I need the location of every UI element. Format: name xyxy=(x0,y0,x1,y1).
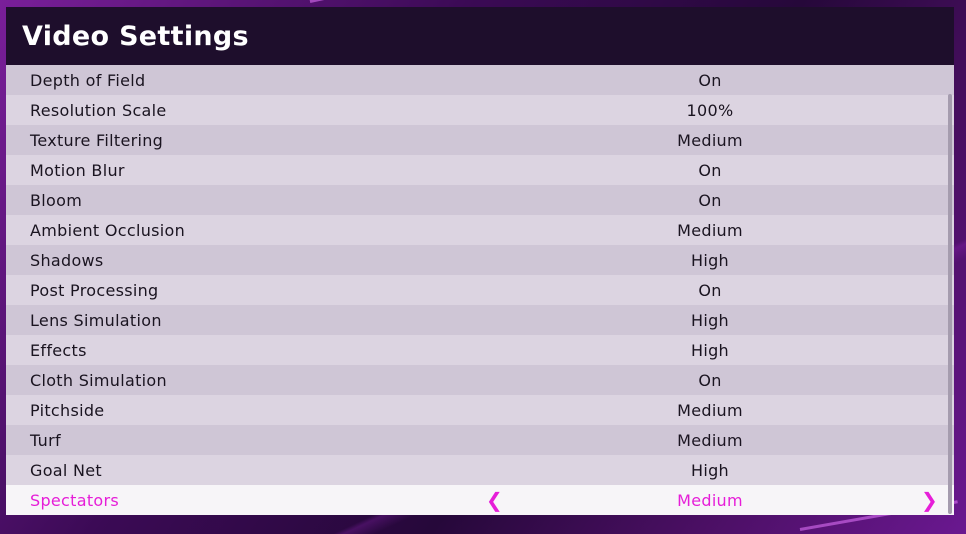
setting-row-bloom[interactable]: Bloom On xyxy=(6,185,954,215)
setting-row-shadows[interactable]: Shadows High xyxy=(6,245,954,275)
setting-label: Effects xyxy=(30,340,87,360)
page-title: Video Settings xyxy=(22,20,249,52)
setting-row-depth-of-field[interactable]: Depth of Field On xyxy=(6,65,954,95)
setting-value: Medium xyxy=(677,490,743,510)
setting-row-spectators[interactable]: Spectators ❮ Medium ❯ xyxy=(6,485,954,515)
setting-row-ambient-occlusion[interactable]: Ambient Occlusion Medium xyxy=(6,215,954,245)
setting-row-effects[interactable]: Effects High xyxy=(6,335,954,365)
scrollbar[interactable] xyxy=(948,94,952,514)
setting-value: On xyxy=(698,160,722,180)
setting-row-post-processing[interactable]: Post Processing On xyxy=(6,275,954,305)
setting-label: Bloom xyxy=(30,190,83,210)
setting-value: On xyxy=(698,370,722,390)
setting-label: Turf xyxy=(30,430,61,450)
setting-row-goal-net[interactable]: Goal Net High xyxy=(6,455,954,485)
setting-label: Resolution Scale xyxy=(30,100,167,120)
setting-label: Lens Simulation xyxy=(30,310,162,330)
setting-label: Shadows xyxy=(30,250,104,270)
setting-label: Goal Net xyxy=(30,460,103,480)
setting-label: Post Processing xyxy=(30,280,159,300)
setting-row-texture-filtering[interactable]: Texture Filtering Medium xyxy=(6,125,954,155)
setting-label: Pitchside xyxy=(30,400,105,420)
setting-label: Cloth Simulation xyxy=(30,370,167,390)
background-streak xyxy=(309,0,428,3)
setting-value: Medium xyxy=(677,220,743,240)
setting-row-pitchside[interactable]: Pitchside Medium xyxy=(6,395,954,425)
setting-value: 100% xyxy=(686,100,734,120)
setting-row-cloth-simulation[interactable]: Cloth Simulation On xyxy=(6,365,954,395)
setting-row-motion-blur[interactable]: Motion Blur On xyxy=(6,155,954,185)
setting-row-lens-simulation[interactable]: Lens Simulation High xyxy=(6,305,954,335)
setting-label: Depth of Field xyxy=(30,70,146,90)
setting-value: Medium xyxy=(677,400,743,420)
chevron-left-icon[interactable]: ❮ xyxy=(486,488,503,512)
video-settings-panel: Video Settings Depth of Field On Resolut… xyxy=(6,7,954,515)
setting-value: High xyxy=(691,250,729,270)
setting-value: On xyxy=(698,190,722,210)
setting-value: High xyxy=(691,460,729,480)
panel-header: Video Settings xyxy=(6,7,954,65)
settings-list: Depth of Field On Resolution Scale 100% … xyxy=(6,65,954,515)
setting-row-turf[interactable]: Turf Medium xyxy=(6,425,954,455)
setting-label: Spectators xyxy=(30,490,120,510)
setting-value: Medium xyxy=(677,130,743,150)
setting-label: Motion Blur xyxy=(30,160,125,180)
setting-label: Texture Filtering xyxy=(30,130,164,150)
chevron-right-icon[interactable]: ❯ xyxy=(921,488,938,512)
setting-row-resolution-scale[interactable]: Resolution Scale 100% xyxy=(6,95,954,125)
setting-label: Ambient Occlusion xyxy=(30,220,186,240)
setting-value: On xyxy=(698,280,722,300)
setting-value: High xyxy=(691,310,729,330)
setting-value: On xyxy=(698,70,722,90)
setting-value: High xyxy=(691,340,729,360)
setting-value: Medium xyxy=(677,430,743,450)
